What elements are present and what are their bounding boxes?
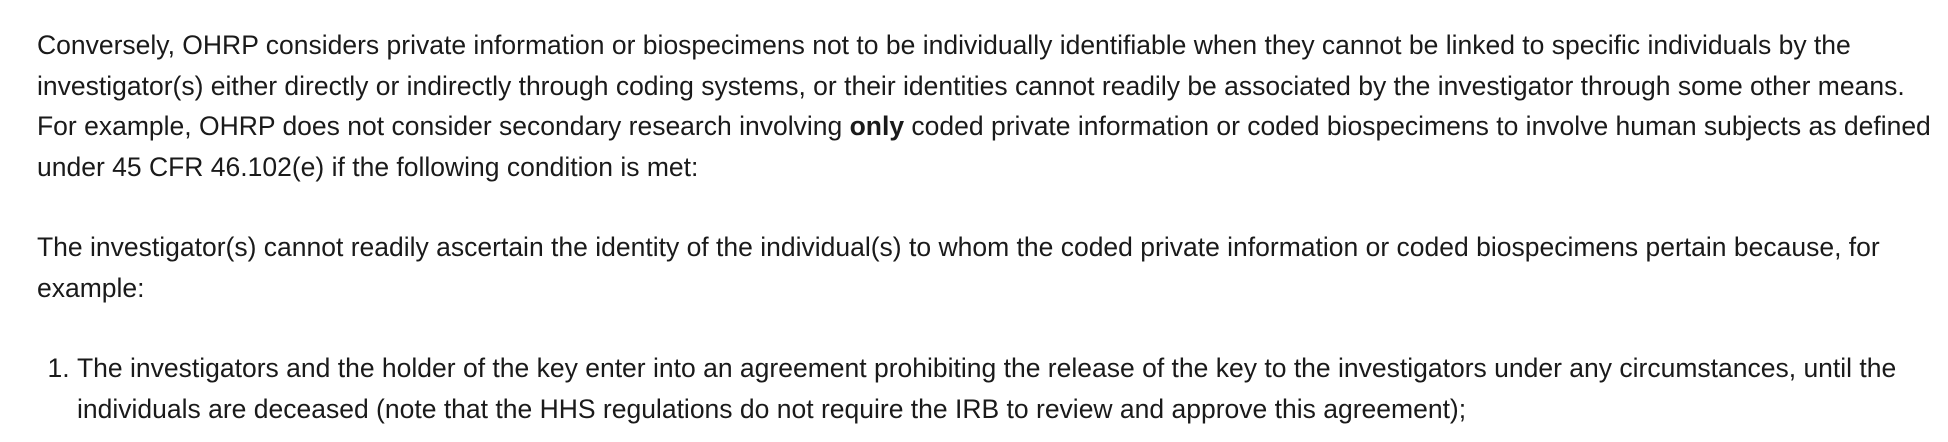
numbered-list: The investigators and the holder of the … bbox=[37, 348, 1932, 429]
paragraph-conversely: Conversely, OHRP considers private infor… bbox=[37, 25, 1932, 187]
paragraph-investigator-condition: The investigator(s) cannot readily ascer… bbox=[37, 232, 1880, 303]
list-item: The investigators and the holder of the … bbox=[77, 348, 1932, 429]
document-body: Conversely, OHRP considers private infor… bbox=[37, 25, 1932, 429]
emphasis-only: only bbox=[849, 111, 905, 141]
